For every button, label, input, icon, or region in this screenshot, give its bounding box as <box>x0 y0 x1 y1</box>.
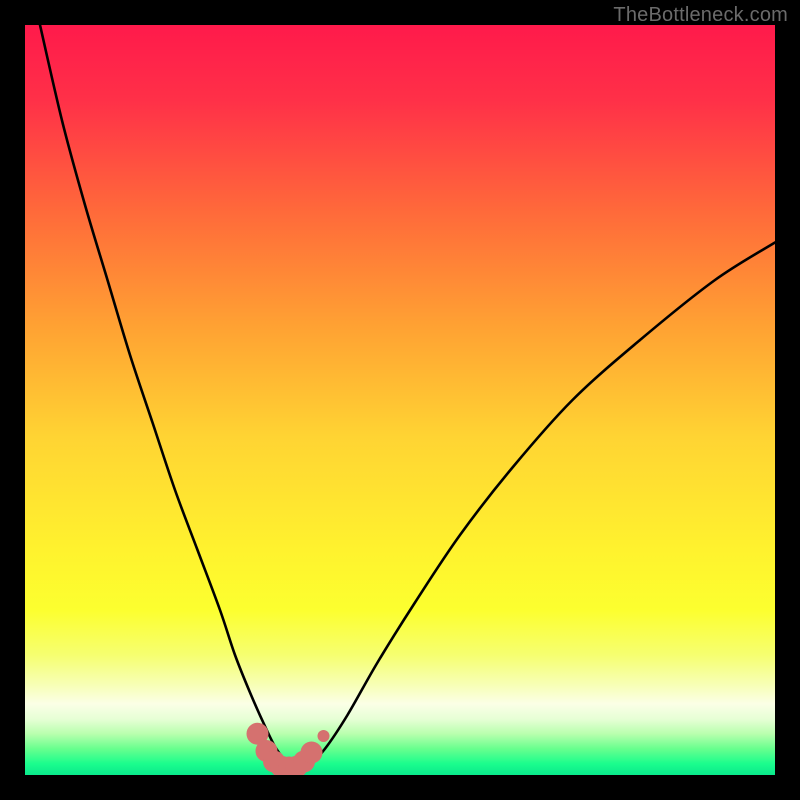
valley-dots-group <box>247 723 330 775</box>
watermark-text: TheBottleneck.com <box>613 4 788 27</box>
bottleneck-curve-layer <box>25 25 775 775</box>
valley-dot <box>301 742 323 764</box>
bottleneck-curve <box>40 25 775 768</box>
valley-dot <box>318 730 330 742</box>
chart-frame <box>25 25 775 775</box>
